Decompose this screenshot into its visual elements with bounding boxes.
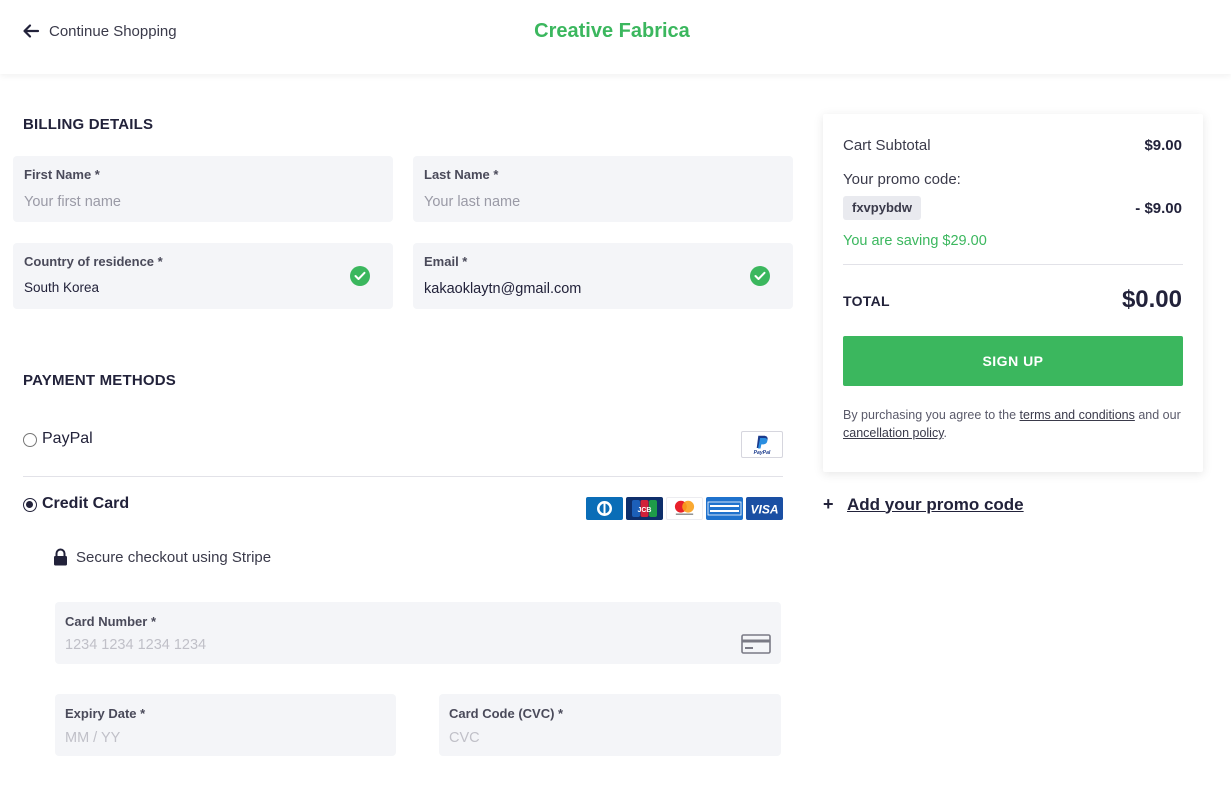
order-summary-card: Cart Subtotal $9.00 Your promo code: fxv…: [823, 114, 1203, 472]
amex-icon: [706, 497, 743, 520]
mastercard-icon: [666, 497, 703, 520]
cart-subtotal-row: Cart Subtotal $9.00: [843, 137, 1182, 154]
payment-divider: [23, 476, 783, 477]
last-name-input[interactable]: Your last name: [424, 194, 520, 210]
credit-card-label[interactable]: Credit Card: [42, 495, 129, 513]
expiry-date-label: Expiry Date *: [65, 706, 146, 721]
promo-discount-value: - $9.00: [1135, 200, 1182, 217]
secure-checkout-text: Secure checkout using Stripe: [76, 548, 272, 566]
promo-code-row: Your promo code:: [843, 171, 1182, 188]
total-label: TOTAL: [843, 293, 890, 309]
legal-prefix: By purchasing you agree to the: [843, 408, 1020, 422]
first-name-label: First Name *: [24, 167, 100, 182]
last-name-label: Last Name *: [424, 167, 499, 182]
secure-checkout-note: Secure checkout using Stripe: [53, 548, 271, 566]
svg-text:VISA: VISA: [750, 503, 778, 517]
diners-icon: [586, 497, 623, 520]
first-name-field[interactable]: First Name * Your first name: [13, 156, 393, 222]
email-field[interactable]: Email * kakaoklaytn@gmail.com: [413, 243, 793, 309]
card-number-input[interactable]: 1234 1234 1234 1234: [65, 637, 206, 653]
cart-subtotal-label: Cart Subtotal: [843, 137, 931, 154]
summary-divider: [843, 264, 1183, 265]
first-name-input[interactable]: Your first name: [24, 194, 121, 210]
billing-title: BILLING DETAILS: [23, 116, 154, 133]
add-promo-code-label: Add your promo code: [847, 494, 1024, 514]
plus-icon: +: [823, 494, 834, 514]
top-header: Continue Shopping Creative Fabrica: [0, 0, 1231, 74]
credit-card-radio[interactable]: [23, 498, 37, 512]
svg-text:JCB: JCB: [637, 507, 651, 514]
credit-card-icon: [741, 634, 771, 654]
paypal-logo-icon: PayPal: [741, 431, 783, 458]
payment-methods-title: PAYMENT METHODS: [23, 372, 177, 389]
visa-icon: VISA: [746, 497, 783, 520]
email-label: Email *: [424, 254, 468, 269]
cvc-label: Card Code (CVC) *: [449, 706, 564, 721]
country-field[interactable]: Country of residence * South Korea: [13, 243, 393, 309]
check-circle-icon: [750, 266, 770, 286]
promo-code-badge: fxvpybdw: [843, 196, 921, 220]
paypal-label[interactable]: PayPal: [42, 430, 93, 448]
check-circle-icon: [350, 266, 370, 286]
cvc-input[interactable]: CVC: [449, 730, 480, 746]
card-number-label: Card Number *: [65, 614, 157, 629]
legal-suffix: .: [943, 426, 948, 440]
cart-subtotal-value: $9.00: [1144, 137, 1182, 154]
cancellation-policy-link[interactable]: cancellation policy: [843, 426, 944, 440]
card-number-field[interactable]: Card Number * 1234 1234 1234 1234: [55, 602, 781, 664]
add-promo-code-link[interactable]: + Add your promo code: [823, 494, 1024, 515]
last-name-field[interactable]: Last Name * Your last name: [413, 156, 793, 222]
country-select[interactable]: South Korea: [24, 280, 99, 295]
legal-mid: and our: [1134, 408, 1181, 422]
paypal-logo-text: PayPal: [754, 450, 771, 456]
saving-text: You are saving $29.00: [843, 233, 987, 249]
total-value: $0.00: [1121, 286, 1182, 313]
cvc-field[interactable]: Card Code (CVC) * CVC: [439, 694, 781, 756]
expiry-date-field[interactable]: Expiry Date * MM / YY: [55, 694, 396, 756]
sign-up-button[interactable]: SIGN UP: [843, 336, 1183, 386]
email-input[interactable]: kakaoklaytn@gmail.com: [424, 281, 581, 297]
terms-link[interactable]: terms and conditions: [1020, 408, 1135, 422]
paypal-radio[interactable]: [23, 433, 37, 447]
country-label: Country of residence *: [24, 254, 163, 269]
legal-text: By purchasing you agree to the terms and…: [843, 406, 1188, 442]
brand-logo[interactable]: Creative Fabrica: [0, 20, 1224, 43]
promo-code-label: Your promo code:: [843, 171, 961, 188]
lock-icon: [54, 548, 67, 566]
jcb-icon: JCB: [626, 497, 663, 520]
expiry-date-input[interactable]: MM / YY: [65, 730, 120, 746]
